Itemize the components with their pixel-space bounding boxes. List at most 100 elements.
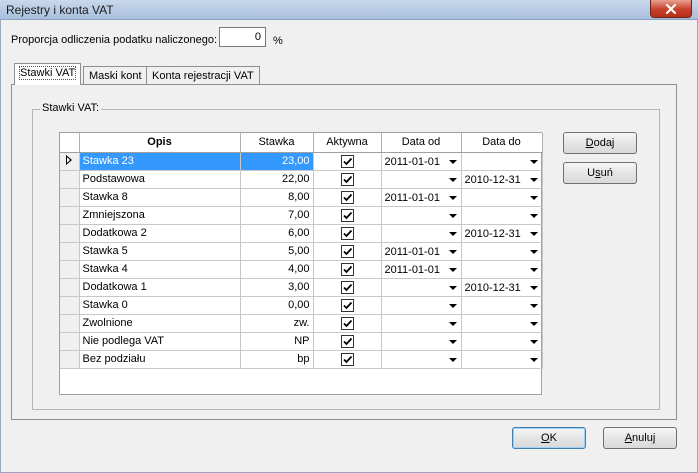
tab-konta-rejestracji-vat[interactable]: Konta rejestracji VAT [146,66,260,85]
row-indicator[interactable] [60,332,80,351]
row-indicator[interactable] [60,206,80,225]
dropdown-arrow-icon[interactable] [529,303,538,308]
cell-opis[interactable]: Dodatkowa 1 [79,278,241,297]
table-row[interactable]: Zmniejszona 7,00 [60,206,543,225]
dropdown-arrow-icon[interactable] [529,213,538,218]
cell-aktywna[interactable] [313,296,382,315]
tab-maski-kont[interactable]: Maski kont [83,66,148,85]
cell-data-od[interactable]: 2011-01-01 [381,152,462,171]
cell-stawka[interactable]: 0,00 [240,296,314,315]
table-row[interactable]: Dodatkowa 1 3,00 2010-12-31 [60,278,543,297]
dropdown-arrow-icon[interactable] [529,195,538,200]
aktywna-checkbox[interactable] [340,298,354,312]
row-indicator[interactable] [60,278,80,297]
table-row[interactable]: Stawka 8 8,00 2011-01-01 [60,188,543,207]
cell-opis[interactable]: Podstawowa [79,170,241,189]
row-indicator[interactable] [60,242,80,261]
dropdown-arrow-icon[interactable] [448,303,457,308]
column-header-aktywna[interactable]: Aktywna [313,133,382,153]
cell-data-do[interactable] [461,188,543,207]
aktywna-checkbox[interactable] [340,172,354,186]
aktywna-checkbox[interactable] [340,154,354,168]
row-indicator[interactable] [60,296,80,315]
cell-aktywna[interactable] [313,278,382,297]
cell-stawka[interactable]: 23,00 [240,152,314,171]
dropdown-arrow-icon[interactable] [448,357,457,362]
vat-rates-grid[interactable]: Opis Stawka Aktywna Data od Data do Staw… [59,132,543,395]
column-header-data-od[interactable]: Data od [381,133,462,153]
aktywna-checkbox[interactable] [340,352,354,366]
table-row[interactable]: Stawka 4 4,00 2011-01-01 [60,260,543,279]
cell-data-od[interactable] [381,314,462,333]
cell-data-od[interactable]: 2011-01-01 [381,188,462,207]
cell-aktywna[interactable] [313,188,382,207]
table-row[interactable]: Zwolnione zw. [60,314,543,333]
aktywna-checkbox[interactable] [340,190,354,204]
cell-data-od[interactable] [381,206,462,225]
cell-aktywna[interactable] [313,332,382,351]
dropdown-arrow-icon[interactable] [448,159,457,164]
cell-stawka[interactable]: 22,00 [240,170,314,189]
dropdown-arrow-icon[interactable] [448,177,457,182]
cell-opis[interactable]: Nie podlega VAT [79,332,241,351]
cell-aktywna[interactable] [313,242,382,261]
cell-opis[interactable]: Stawka 23 [79,152,241,171]
cell-data-od[interactable]: 2011-01-01 [381,260,462,279]
dropdown-arrow-icon[interactable] [448,339,457,344]
cancel-button[interactable]: Anuluj [603,427,677,449]
dropdown-arrow-icon[interactable] [448,267,457,272]
cell-stawka[interactable]: 8,00 [240,188,314,207]
cell-opis[interactable]: Dodatkowa 2 [79,224,241,243]
cell-data-do[interactable] [461,242,543,261]
cell-data-od[interactable] [381,296,462,315]
close-button[interactable] [650,0,692,18]
aktywna-checkbox[interactable] [340,262,354,276]
row-indicator[interactable] [60,224,80,243]
cell-stawka[interactable]: 6,00 [240,224,314,243]
cell-stawka[interactable]: 3,00 [240,278,314,297]
cell-aktywna[interactable] [313,206,382,225]
dropdown-arrow-icon[interactable] [448,249,457,254]
row-indicator[interactable] [60,350,80,369]
table-row[interactable]: Nie podlega VAT NP [60,332,543,351]
cell-data-do[interactable] [461,206,543,225]
cell-data-do[interactable] [461,152,543,171]
cell-aktywna[interactable] [313,314,382,333]
dropdown-arrow-icon[interactable] [529,357,538,362]
row-indicator[interactable] [60,314,80,333]
row-indicator[interactable] [60,188,80,207]
table-row[interactable]: Dodatkowa 2 6,00 2010-12-31 [60,224,543,243]
dropdown-arrow-icon[interactable] [529,285,538,290]
cell-data-do[interactable]: 2010-12-31 [461,170,543,189]
dropdown-arrow-icon[interactable] [448,285,457,290]
cell-aktywna[interactable] [313,152,382,171]
cell-data-do[interactable] [461,260,543,279]
cell-data-do[interactable] [461,350,543,369]
table-row[interactable]: Stawka 0 0,00 [60,296,543,315]
proportion-input[interactable] [219,27,266,47]
cell-opis[interactable]: Stawka 0 [79,296,241,315]
cell-opis[interactable]: Stawka 4 [79,260,241,279]
aktywna-checkbox[interactable] [340,316,354,330]
aktywna-checkbox[interactable] [340,280,354,294]
column-header-opis[interactable]: Opis [79,133,241,153]
cell-stawka[interactable]: 7,00 [240,206,314,225]
table-row[interactable]: Stawka 23 23,00 2011-01-01 [60,152,543,171]
cell-aktywna[interactable] [313,170,382,189]
cell-data-do[interactable]: 2010-12-31 [461,224,543,243]
table-row[interactable]: Bez podziału bp [60,350,543,369]
dropdown-arrow-icon[interactable] [529,159,538,164]
dropdown-arrow-icon[interactable] [529,339,538,344]
cell-opis[interactable]: Stawka 8 [79,188,241,207]
remove-button[interactable]: Us uń [563,162,637,184]
column-header-stawka[interactable]: Stawka [240,133,314,153]
add-button[interactable]: Dodaj [563,132,637,154]
dropdown-arrow-icon[interactable] [448,321,457,326]
row-indicator[interactable] [60,170,80,189]
cell-data-od[interactable] [381,350,462,369]
cell-data-od[interactable] [381,278,462,297]
column-header-data-do[interactable]: Data do [461,133,543,153]
cell-stawka[interactable]: zw. [240,314,314,333]
cell-stawka[interactable]: bp [240,350,314,369]
cell-stawka[interactable]: 5,00 [240,242,314,261]
